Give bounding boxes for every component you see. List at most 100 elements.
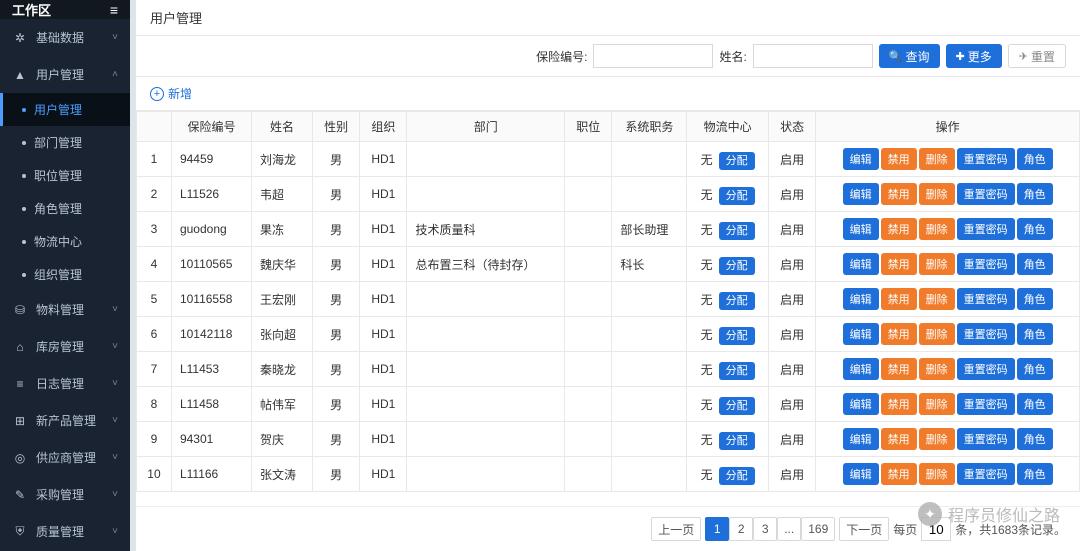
- assign-button[interactable]: 分配: [719, 152, 755, 170]
- assign-button[interactable]: 分配: [719, 222, 755, 240]
- nav-item[interactable]: ◎供应商管理˅: [0, 439, 130, 476]
- pager-prev[interactable]: 上一页: [651, 517, 701, 541]
- edit-button[interactable]: 编辑: [843, 148, 879, 170]
- subnav-item[interactable]: 部门管理: [0, 126, 130, 159]
- delete-button[interactable]: 删除: [919, 463, 955, 485]
- add-button[interactable]: + 新增: [150, 85, 192, 102]
- pager-next[interactable]: 下一页: [839, 517, 889, 541]
- reset-button[interactable]: ✈重置: [1008, 44, 1066, 68]
- nav-item[interactable]: ▲用户管理˄: [0, 56, 130, 93]
- ban-button[interactable]: 禁用: [881, 393, 917, 415]
- role-button[interactable]: 角色: [1017, 428, 1053, 450]
- role-button[interactable]: 角色: [1017, 183, 1053, 205]
- subnav-label: 物流中心: [34, 233, 82, 250]
- ban-button[interactable]: 禁用: [881, 288, 917, 310]
- pager-page[interactable]: 2: [729, 517, 753, 541]
- pager-page[interactable]: 169: [801, 517, 835, 541]
- role-button[interactable]: 角色: [1017, 463, 1053, 485]
- subnav-item[interactable]: 用户管理: [0, 93, 130, 126]
- subnav-item[interactable]: 物流中心: [0, 225, 130, 258]
- assign-button[interactable]: 分配: [719, 397, 755, 415]
- delete-button[interactable]: 删除: [919, 323, 955, 345]
- ban-button[interactable]: 禁用: [881, 463, 917, 485]
- more-button[interactable]: ✚更多: [946, 44, 1002, 68]
- delete-button[interactable]: 删除: [919, 428, 955, 450]
- table-row: 10L11166张文涛男HD1无分配启用编辑禁用删除重置密码角色: [137, 457, 1080, 492]
- cell-idx: 6: [137, 317, 172, 352]
- assign-button[interactable]: 分配: [719, 292, 755, 310]
- ban-button[interactable]: 禁用: [881, 358, 917, 380]
- ban-button[interactable]: 禁用: [881, 253, 917, 275]
- reset-pwd-button[interactable]: 重置密码: [957, 428, 1015, 450]
- edit-button[interactable]: 编辑: [843, 253, 879, 275]
- assign-button[interactable]: 分配: [719, 327, 755, 345]
- ban-button[interactable]: 禁用: [881, 148, 917, 170]
- nav-item[interactable]: ⊞新产品管理˅: [0, 402, 130, 439]
- nav-item[interactable]: ⌂库房管理˅: [0, 328, 130, 365]
- delete-button[interactable]: 删除: [919, 288, 955, 310]
- reset-pwd-button[interactable]: 重置密码: [957, 218, 1015, 240]
- delete-button[interactable]: 删除: [919, 183, 955, 205]
- reset-pwd-button[interactable]: 重置密码: [957, 288, 1015, 310]
- reset-pwd-button[interactable]: 重置密码: [957, 148, 1015, 170]
- subnav-item[interactable]: 角色管理: [0, 192, 130, 225]
- reset-pwd-button[interactable]: 重置密码: [957, 323, 1015, 345]
- edit-button[interactable]: 编辑: [843, 358, 879, 380]
- dot-icon: [22, 273, 26, 277]
- reset-pwd-button[interactable]: 重置密码: [957, 253, 1015, 275]
- delete-button[interactable]: 删除: [919, 253, 955, 275]
- nav-item[interactable]: ≡日志管理˅: [0, 365, 130, 402]
- edit-button[interactable]: 编辑: [843, 393, 879, 415]
- ban-button[interactable]: 禁用: [881, 183, 917, 205]
- reset-pwd-button[interactable]: 重置密码: [957, 393, 1015, 415]
- search-input-code[interactable]: [593, 44, 713, 68]
- role-button[interactable]: 角色: [1017, 218, 1053, 240]
- role-button[interactable]: 角色: [1017, 148, 1053, 170]
- role-button[interactable]: 角色: [1017, 358, 1053, 380]
- ban-button[interactable]: 禁用: [881, 428, 917, 450]
- role-button[interactable]: 角色: [1017, 253, 1053, 275]
- edit-button[interactable]: 编辑: [843, 428, 879, 450]
- subnav-item[interactable]: 组织管理: [0, 258, 130, 291]
- reset-pwd-button[interactable]: 重置密码: [957, 463, 1015, 485]
- reset-pwd-button[interactable]: 重置密码: [957, 183, 1015, 205]
- ban-button[interactable]: 禁用: [881, 218, 917, 240]
- assign-button[interactable]: 分配: [719, 187, 755, 205]
- delete-button[interactable]: 删除: [919, 148, 955, 170]
- pager-page[interactable]: 1: [705, 517, 729, 541]
- delete-button[interactable]: 删除: [919, 358, 955, 380]
- table-header: [137, 112, 172, 142]
- role-button[interactable]: 角色: [1017, 393, 1053, 415]
- ban-button[interactable]: 禁用: [881, 323, 917, 345]
- assign-button[interactable]: 分配: [719, 362, 755, 380]
- delete-button[interactable]: 删除: [919, 393, 955, 415]
- search-input-name[interactable]: [753, 44, 873, 68]
- edit-button[interactable]: 编辑: [843, 288, 879, 310]
- nav-icon: ⛨: [12, 524, 28, 539]
- search-button[interactable]: 🔍查询: [879, 44, 940, 68]
- assign-button[interactable]: 分配: [719, 257, 755, 275]
- cell-ops: 编辑禁用删除重置密码角色: [816, 422, 1080, 457]
- assign-button[interactable]: 分配: [719, 467, 755, 485]
- edit-button[interactable]: 编辑: [843, 183, 879, 205]
- cell-dept: [407, 422, 565, 457]
- edit-button[interactable]: 编辑: [843, 323, 879, 345]
- nav-label: 日志管理: [36, 375, 84, 392]
- sidebar-toggle-icon[interactable]: ≡: [110, 2, 118, 18]
- cell-sysrole: [612, 282, 687, 317]
- more-icon: ✚: [956, 50, 965, 63]
- edit-button[interactable]: 编辑: [843, 218, 879, 240]
- role-button[interactable]: 角色: [1017, 323, 1053, 345]
- edit-button[interactable]: 编辑: [843, 463, 879, 485]
- assign-button[interactable]: 分配: [719, 432, 755, 450]
- cell-gender: 男: [313, 317, 360, 352]
- delete-button[interactable]: 删除: [919, 218, 955, 240]
- role-button[interactable]: 角色: [1017, 288, 1053, 310]
- reset-pwd-button[interactable]: 重置密码: [957, 358, 1015, 380]
- nav-item[interactable]: ✎采购管理˅: [0, 476, 130, 513]
- nav-item[interactable]: ⛁物料管理˅: [0, 291, 130, 328]
- subnav-item[interactable]: 职位管理: [0, 159, 130, 192]
- nav-item[interactable]: ✲基础数据˅: [0, 19, 130, 56]
- pager-page[interactable]: 3: [753, 517, 777, 541]
- nav-item[interactable]: ⛨质量管理˅: [0, 513, 130, 550]
